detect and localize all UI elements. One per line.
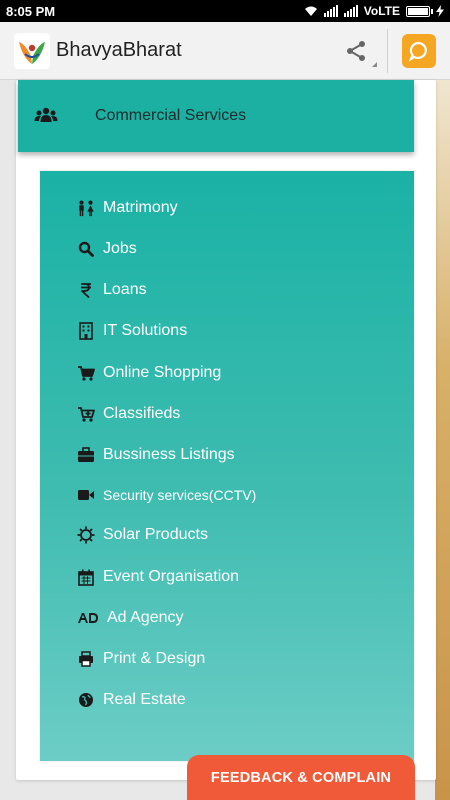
cart-plus-icon	[77, 405, 95, 423]
menu-item-label: Solar Products	[103, 526, 208, 543]
menu-item-it-solutions[interactable]: IT Solutions	[77, 316, 187, 346]
app-title: BhavyaBharat	[56, 39, 182, 61]
status-time: 8:05 PM	[6, 3, 56, 19]
building-icon	[77, 322, 95, 340]
globe-icon	[77, 691, 95, 709]
menu-item-loans[interactable]: Loans	[77, 275, 147, 305]
menu-item-jobs[interactable]: Jobs	[77, 234, 137, 264]
menu-item-label: Online Shopping	[103, 364, 222, 381]
menu-item-label: Loans	[103, 281, 147, 298]
menu-item-classifieds[interactable]: Classifieds	[77, 399, 180, 429]
calendar-icon	[77, 568, 95, 586]
battery-icon	[406, 5, 433, 17]
app-bar: BhavyaBharat	[0, 22, 450, 80]
video-camera-icon	[77, 486, 95, 504]
signal-icon-2	[343, 5, 358, 17]
menu-item-event-organisation[interactable]: Event Organisation	[77, 562, 239, 592]
couple-icon	[77, 199, 95, 217]
menu-item-label: Security services(CCTV)	[103, 487, 257, 503]
menu-item-label: Matrimony	[103, 199, 178, 216]
section-header[interactable]: Commercial Services	[18, 80, 414, 152]
menu-item-label: Real Estate	[103, 691, 186, 708]
menu-item-real-estate[interactable]: Real Estate	[77, 685, 186, 715]
menu-item-label: Jobs	[103, 240, 137, 257]
menu-item-label: Ad Agency	[107, 609, 184, 626]
network-label: VoLTE	[363, 4, 400, 18]
search-icon	[77, 240, 95, 258]
section-title: Commercial Services	[95, 107, 247, 124]
menu-item-print-design[interactable]: Print & Design	[77, 644, 205, 674]
menu-item-label: Classifieds	[103, 405, 181, 422]
menu-item-online-shopping[interactable]: Online Shopping	[77, 358, 221, 388]
cart-icon	[77, 364, 95, 382]
chat-icon	[408, 41, 427, 62]
sun-icon	[77, 526, 95, 544]
menu-item-label: Bussiness Listings	[103, 446, 235, 463]
wifi-icon	[304, 6, 317, 16]
services-menu: Matrimony Jobs Loans IT Solutions Online…	[40, 171, 414, 761]
status-bar: 8:05 PM VoLTE	[0, 0, 450, 22]
ad-icon	[77, 609, 99, 627]
background-edge	[435, 80, 450, 800]
charging-icon	[436, 5, 444, 17]
menu-item-label: Event Organisation	[103, 568, 240, 585]
menu-item-solar-products[interactable]: Solar Products	[77, 520, 208, 550]
signal-icon	[323, 5, 338, 17]
briefcase-icon	[77, 446, 95, 464]
rupee-icon	[77, 281, 95, 299]
users-group-icon	[34, 107, 58, 122]
menu-item-matrimony[interactable]: Matrimony	[77, 193, 178, 223]
share-icon	[346, 40, 365, 61]
feedback-complain-button[interactable]: FEEDBACK & COMPLAIN	[187, 755, 415, 800]
menu-item-label: IT Solutions	[103, 322, 188, 339]
menu-item-security-services[interactable]: Security services(CCTV)	[77, 480, 256, 510]
printer-icon	[77, 650, 95, 668]
menu-item-business-listings[interactable]: Bussiness Listings	[77, 440, 235, 470]
status-indicators: VoLTE	[304, 4, 444, 18]
menu-item-label: Print & Design	[103, 650, 206, 667]
share-button[interactable]	[324, 28, 388, 73]
menu-item-ad-agency[interactable]: Ad Agency	[77, 603, 184, 633]
logo-icon[interactable]	[14, 32, 50, 69]
chat-button[interactable]	[402, 33, 436, 68]
